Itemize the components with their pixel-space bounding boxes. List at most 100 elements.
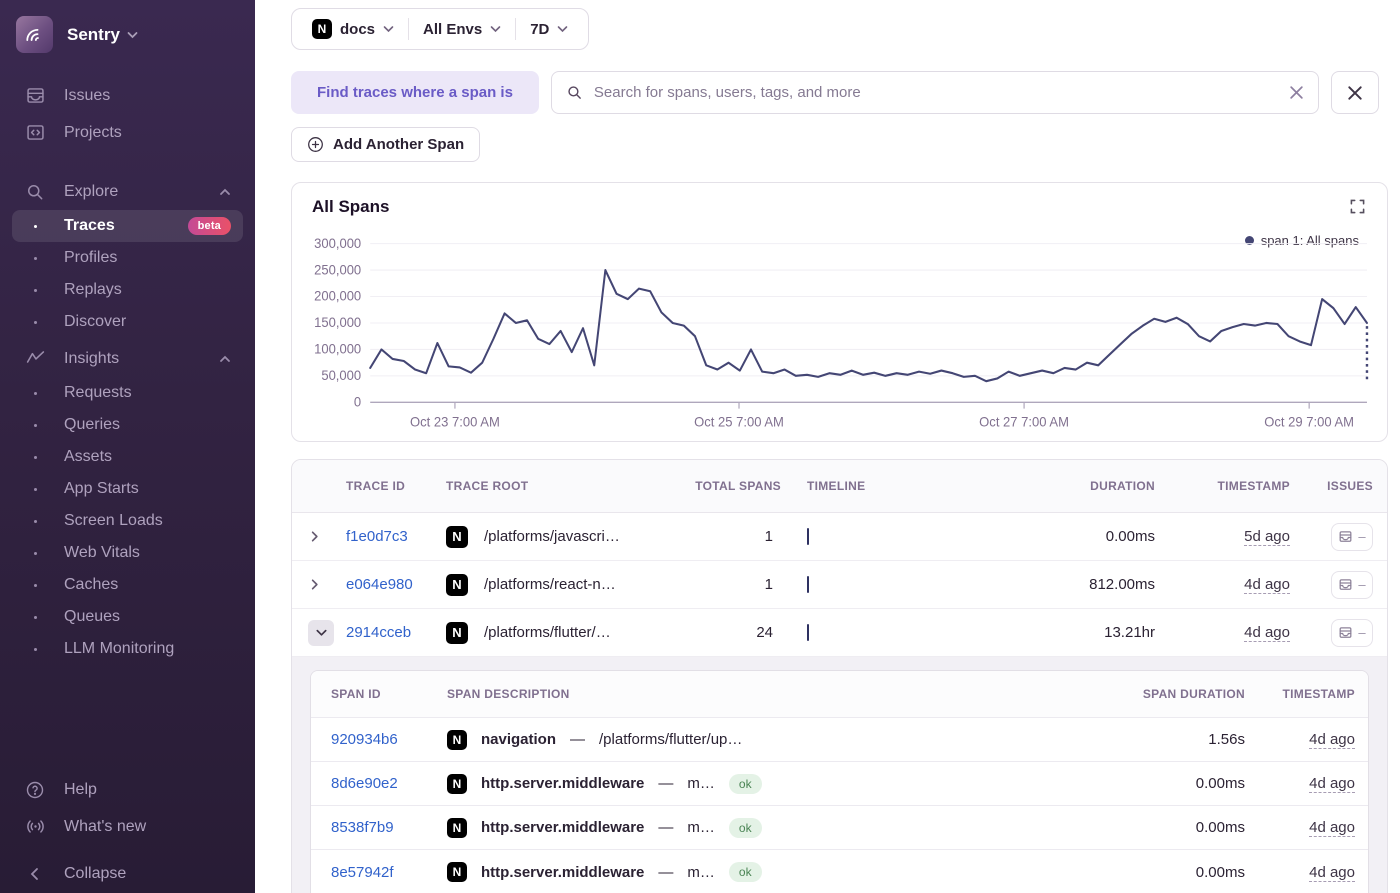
span-timestamp[interactable]: 4d ago bbox=[1309, 731, 1355, 749]
chevron-down-icon bbox=[127, 31, 138, 39]
issues-button[interactable]: – bbox=[1331, 619, 1373, 647]
issues-icon bbox=[24, 85, 46, 106]
sidebar-item-projects[interactable]: Projects bbox=[12, 114, 243, 151]
separator: — bbox=[658, 819, 673, 836]
sidebar-item-screen-loads[interactable]: Screen Loads bbox=[12, 505, 243, 537]
issues-icon bbox=[1338, 625, 1353, 640]
broadcast-icon bbox=[24, 816, 46, 837]
remove-span-filter-button[interactable] bbox=[1331, 71, 1379, 114]
sidebar-item-label: LLM Monitoring bbox=[64, 640, 174, 658]
sidebar-collapse-button[interactable]: Collapse bbox=[12, 859, 243, 883]
svg-text:200,000: 200,000 bbox=[314, 288, 361, 303]
timestamp[interactable]: 4d ago bbox=[1244, 576, 1290, 594]
projects-icon bbox=[24, 122, 46, 143]
chart-title: All Spans bbox=[310, 197, 389, 217]
bullet-icon bbox=[24, 616, 46, 619]
svg-text:250,000: 250,000 bbox=[314, 262, 361, 277]
issues-button[interactable]: – bbox=[1331, 523, 1373, 551]
sidebar-item-label: Replays bbox=[64, 281, 122, 299]
expand-row-button[interactable] bbox=[308, 530, 346, 543]
span-timestamp[interactable]: 4d ago bbox=[1309, 819, 1355, 837]
find-traces-label: Find traces where a span is bbox=[291, 71, 539, 114]
trace-id-link[interactable]: e064e980 bbox=[346, 576, 446, 593]
sidebar-item-replays[interactable]: Replays bbox=[12, 274, 243, 306]
bullet-icon bbox=[24, 424, 46, 427]
separator: — bbox=[658, 775, 673, 792]
bullet-icon bbox=[24, 321, 46, 324]
bullet-icon bbox=[24, 552, 46, 555]
sidebar-item-profiles[interactable]: Profiles bbox=[12, 242, 243, 274]
sidebar-item-queues[interactable]: Queues bbox=[12, 601, 243, 633]
span-search-box[interactable] bbox=[551, 71, 1319, 114]
sidebar-item-label: Web Vitals bbox=[64, 544, 140, 562]
search-icon bbox=[566, 84, 583, 101]
timestamp[interactable]: 5d ago bbox=[1244, 528, 1290, 546]
span-desc: m… bbox=[687, 775, 715, 792]
bullet-icon bbox=[24, 520, 46, 523]
sidebar-item-app-starts[interactable]: App Starts bbox=[12, 473, 243, 505]
sidebar-item-issues[interactable]: Issues bbox=[12, 77, 243, 114]
sidebar-item-caches[interactable]: Caches bbox=[12, 569, 243, 601]
span-filter-row: Find traces where a span is bbox=[291, 71, 1388, 114]
sidebar-item-label: Queries bbox=[64, 416, 120, 434]
duration: 0.00ms bbox=[1106, 528, 1155, 545]
span-id-link[interactable]: 8538f7b9 bbox=[331, 819, 447, 836]
sidebar-item-help[interactable]: Help bbox=[12, 772, 243, 808]
span-op: navigation bbox=[481, 731, 556, 748]
span-id-link[interactable]: 8d6e90e2 bbox=[331, 775, 447, 792]
nextjs-icon: N bbox=[447, 774, 467, 794]
sidebar-item-web-vitals[interactable]: Web Vitals bbox=[12, 537, 243, 569]
expand-row-button[interactable] bbox=[308, 578, 346, 591]
add-span-row: Add Another Span bbox=[291, 127, 1388, 162]
bullet-icon bbox=[24, 488, 46, 491]
clear-search-icon[interactable] bbox=[1289, 85, 1304, 100]
trace-id-link[interactable]: 2914cceb bbox=[346, 624, 446, 641]
sidebar-item-label: Collapse bbox=[64, 865, 126, 883]
span-timestamp[interactable]: 4d ago bbox=[1309, 864, 1355, 882]
org-name: Sentry bbox=[67, 25, 120, 45]
sidebar-section-explore[interactable]: Explore bbox=[12, 174, 243, 210]
sidebar-item-queries[interactable]: Queries bbox=[12, 409, 243, 441]
spans-subtable: SPAN ID SPAN DESCRIPTION SPAN DURATION T… bbox=[310, 670, 1369, 893]
sidebar-item-whats-new[interactable]: What's new bbox=[12, 808, 243, 845]
help-icon bbox=[24, 780, 46, 800]
environment-selector[interactable]: All Envs bbox=[409, 21, 515, 38]
span-search-input[interactable] bbox=[594, 84, 1278, 101]
sidebar-nav: Issues Projects Explore bbox=[0, 63, 255, 772]
sidebar-item-requests[interactable]: Requests bbox=[12, 377, 243, 409]
trace-root: /platforms/flutter/… bbox=[484, 624, 611, 641]
fullscreen-icon[interactable] bbox=[1350, 199, 1365, 219]
spans-subtable-header: SPAN ID SPAN DESCRIPTION SPAN DURATION T… bbox=[311, 671, 1368, 718]
chevron-up-icon bbox=[219, 350, 231, 368]
sidebar-section-insights[interactable]: Insights bbox=[12, 340, 243, 377]
span-id-link[interactable]: 8e57942f bbox=[331, 864, 447, 881]
add-another-span-button[interactable]: Add Another Span bbox=[291, 127, 480, 162]
table-row: f1e0d7c3 N /platforms/javascri… 1 0.00ms… bbox=[292, 513, 1387, 561]
chevron-down-icon bbox=[557, 25, 568, 33]
span-id-link[interactable]: 920934b6 bbox=[331, 731, 447, 748]
collapse-row-button[interactable] bbox=[308, 620, 334, 646]
sidebar-item-label: Caches bbox=[64, 576, 118, 594]
span-timestamp[interactable]: 4d ago bbox=[1309, 775, 1355, 793]
nextjs-icon: N bbox=[446, 622, 468, 644]
span-duration: 0.00ms bbox=[1196, 864, 1245, 881]
org-switcher[interactable]: Sentry bbox=[67, 25, 138, 45]
span-op: http.server.middleware bbox=[481, 819, 644, 836]
sidebar-item-assets[interactable]: Assets bbox=[12, 441, 243, 473]
bullet-icon bbox=[24, 648, 46, 651]
sidebar-item-traces[interactable]: Traces beta bbox=[12, 210, 243, 242]
chevron-left-icon bbox=[24, 867, 46, 881]
trace-id-link[interactable]: f1e0d7c3 bbox=[346, 528, 446, 545]
time-range-selector[interactable]: 7D bbox=[516, 21, 582, 38]
issues-button[interactable]: – bbox=[1331, 571, 1373, 599]
sidebar-item-discover[interactable]: Discover bbox=[12, 306, 243, 338]
chevron-down-icon bbox=[315, 626, 328, 639]
sidebar-item-label: App Starts bbox=[64, 480, 139, 498]
col-duration: DURATION bbox=[1090, 479, 1155, 493]
sentry-logo-icon[interactable] bbox=[16, 16, 53, 53]
project-selector[interactable]: N docs bbox=[298, 19, 408, 39]
span-row: 8d6e90e2 N http.server.middleware — m… o… bbox=[311, 762, 1368, 806]
sidebar-item-llm-monitoring[interactable]: LLM Monitoring bbox=[12, 633, 243, 665]
timestamp[interactable]: 4d ago bbox=[1244, 624, 1290, 642]
col-timestamp: TIMESTAMP bbox=[1218, 479, 1290, 493]
